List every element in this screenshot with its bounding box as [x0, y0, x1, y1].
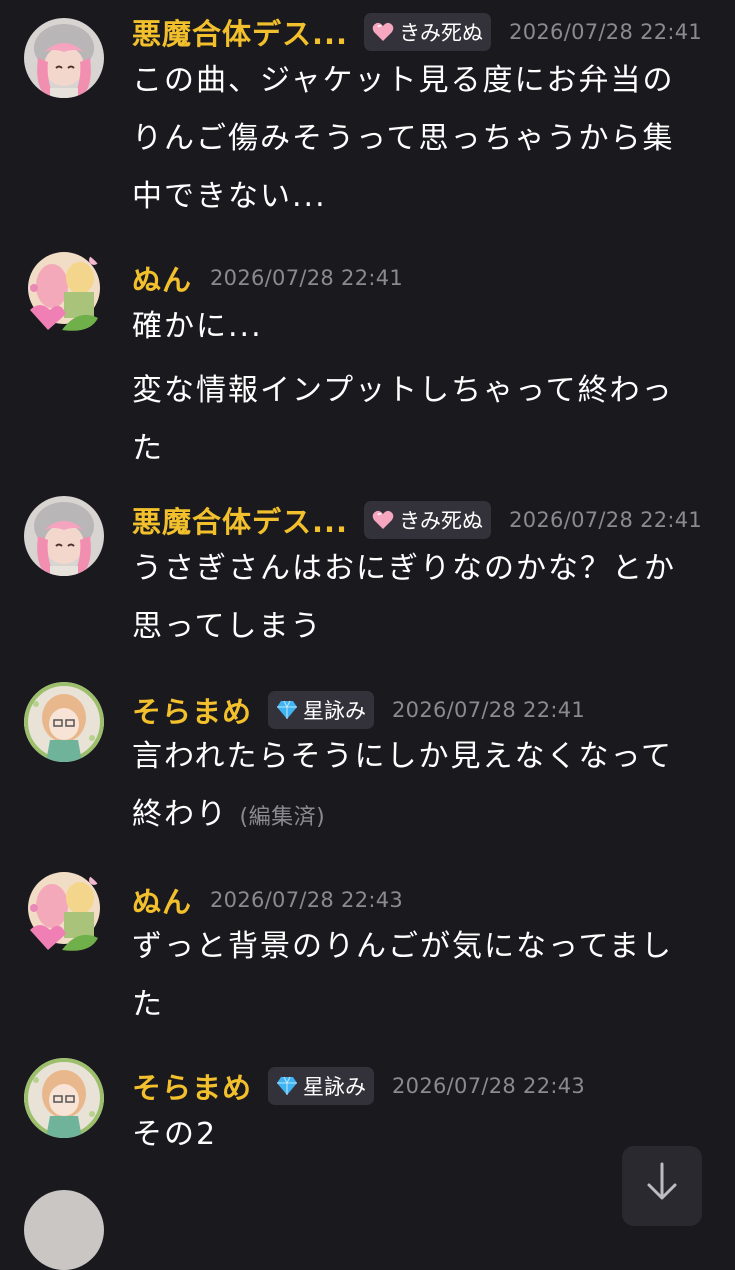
username[interactable]: ぬん: [132, 879, 192, 921]
user-badge: 星詠み: [268, 691, 375, 729]
blue-diamond-icon: [276, 700, 298, 720]
message-text: 変な情報インプットしちゃって終わった: [132, 373, 674, 466]
timestamp: 2026/07/28 22:41: [509, 508, 703, 532]
message-body: ずっと背景のりんごが気になってました: [132, 918, 702, 1034]
scroll-to-bottom-button[interactable]: [622, 1146, 702, 1226]
message-header: そらまめ 星詠み 2026/07/28 22:41: [132, 688, 585, 732]
username[interactable]: そらまめ: [132, 689, 252, 731]
timestamp: 2026/07/28 22:41: [509, 20, 703, 44]
badge-label: 星詠み: [303, 1075, 367, 1099]
username[interactable]: ぬん: [132, 257, 192, 299]
user-badge: きみ死ぬ: [364, 501, 492, 539]
user-avatar[interactable]: [20, 868, 108, 956]
user-avatar[interactable]: [24, 682, 104, 762]
timestamp: 2026/07/28 22:43: [392, 1074, 586, 1098]
timestamp: 2026/07/28 22:43: [210, 888, 404, 912]
message-text: ずっと背景のりんごが気になってました: [132, 929, 673, 1022]
username[interactable]: そらまめ: [132, 1065, 252, 1107]
message-header: ぬん 2026/07/28 22:43: [132, 878, 403, 922]
message-body: その2: [132, 1106, 702, 1164]
message-body: うさぎさんはおにぎりなのかな？とか思ってしまう: [132, 540, 702, 656]
message-body: 言われたらそうにしか見えなくなって終わり (編集済): [132, 728, 702, 847]
arrow-down-icon: [645, 1162, 679, 1226]
user-avatar[interactable]: [20, 248, 108, 336]
message-text: うさぎさんはおにぎりなのかな？とか思ってしまう: [132, 551, 676, 644]
message-body: 確かに... 変な情報インプットしちゃって終わった: [132, 298, 702, 478]
message-text-content: 言われたらそうにしか見えなくなって終わり: [132, 739, 673, 832]
pink-heart-icon: [372, 510, 394, 530]
timestamp: 2026/07/28 22:41: [210, 266, 404, 290]
badge-label: 星詠み: [303, 699, 367, 723]
message-text: この曲、ジャケット見る度にお弁当のりんご傷みそうって思っちゃうから集中できない.…: [132, 63, 675, 214]
timestamp: 2026/07/28 22:41: [392, 698, 586, 722]
user-avatar[interactable]: [24, 496, 104, 576]
message-header: 悪魔合体デス... きみ死ぬ 2026/07/28 22:41: [132, 10, 702, 54]
message-header: そらまめ 星詠み 2026/07/28 22:43: [132, 1064, 585, 1108]
message-text: 確かに...: [132, 309, 263, 344]
badge-label: きみ死ぬ: [399, 21, 484, 45]
blue-diamond-icon: [276, 1076, 298, 1096]
message-header: 悪魔合体デス... きみ死ぬ 2026/07/28 22:41: [132, 498, 702, 542]
username[interactable]: 悪魔合体デス...: [132, 499, 348, 541]
user-avatar[interactable]: [24, 1190, 104, 1270]
message-header: ぬん 2026/07/28 22:41: [132, 256, 403, 300]
message-text: その2: [132, 1117, 218, 1152]
edited-label: (編集済): [239, 805, 326, 830]
chat-message-list[interactable]: 悪魔合体デス... きみ死ぬ 2026/07/28 22:41 この曲、ジャケッ…: [0, 0, 735, 1270]
user-avatar[interactable]: [24, 18, 104, 98]
message-text: 言われたらそうにしか見えなくなって終わり (編集済): [132, 728, 702, 847]
user-badge: きみ死ぬ: [364, 13, 492, 51]
user-badge: 星詠み: [268, 1067, 375, 1105]
badge-label: きみ死ぬ: [399, 509, 484, 533]
pink-heart-icon: [372, 22, 394, 42]
user-avatar[interactable]: [24, 1058, 104, 1138]
message-body: この曲、ジャケット見る度にお弁当のりんご傷みそうって思っちゃうから集中できない.…: [132, 52, 702, 226]
username[interactable]: 悪魔合体デス...: [132, 11, 348, 53]
